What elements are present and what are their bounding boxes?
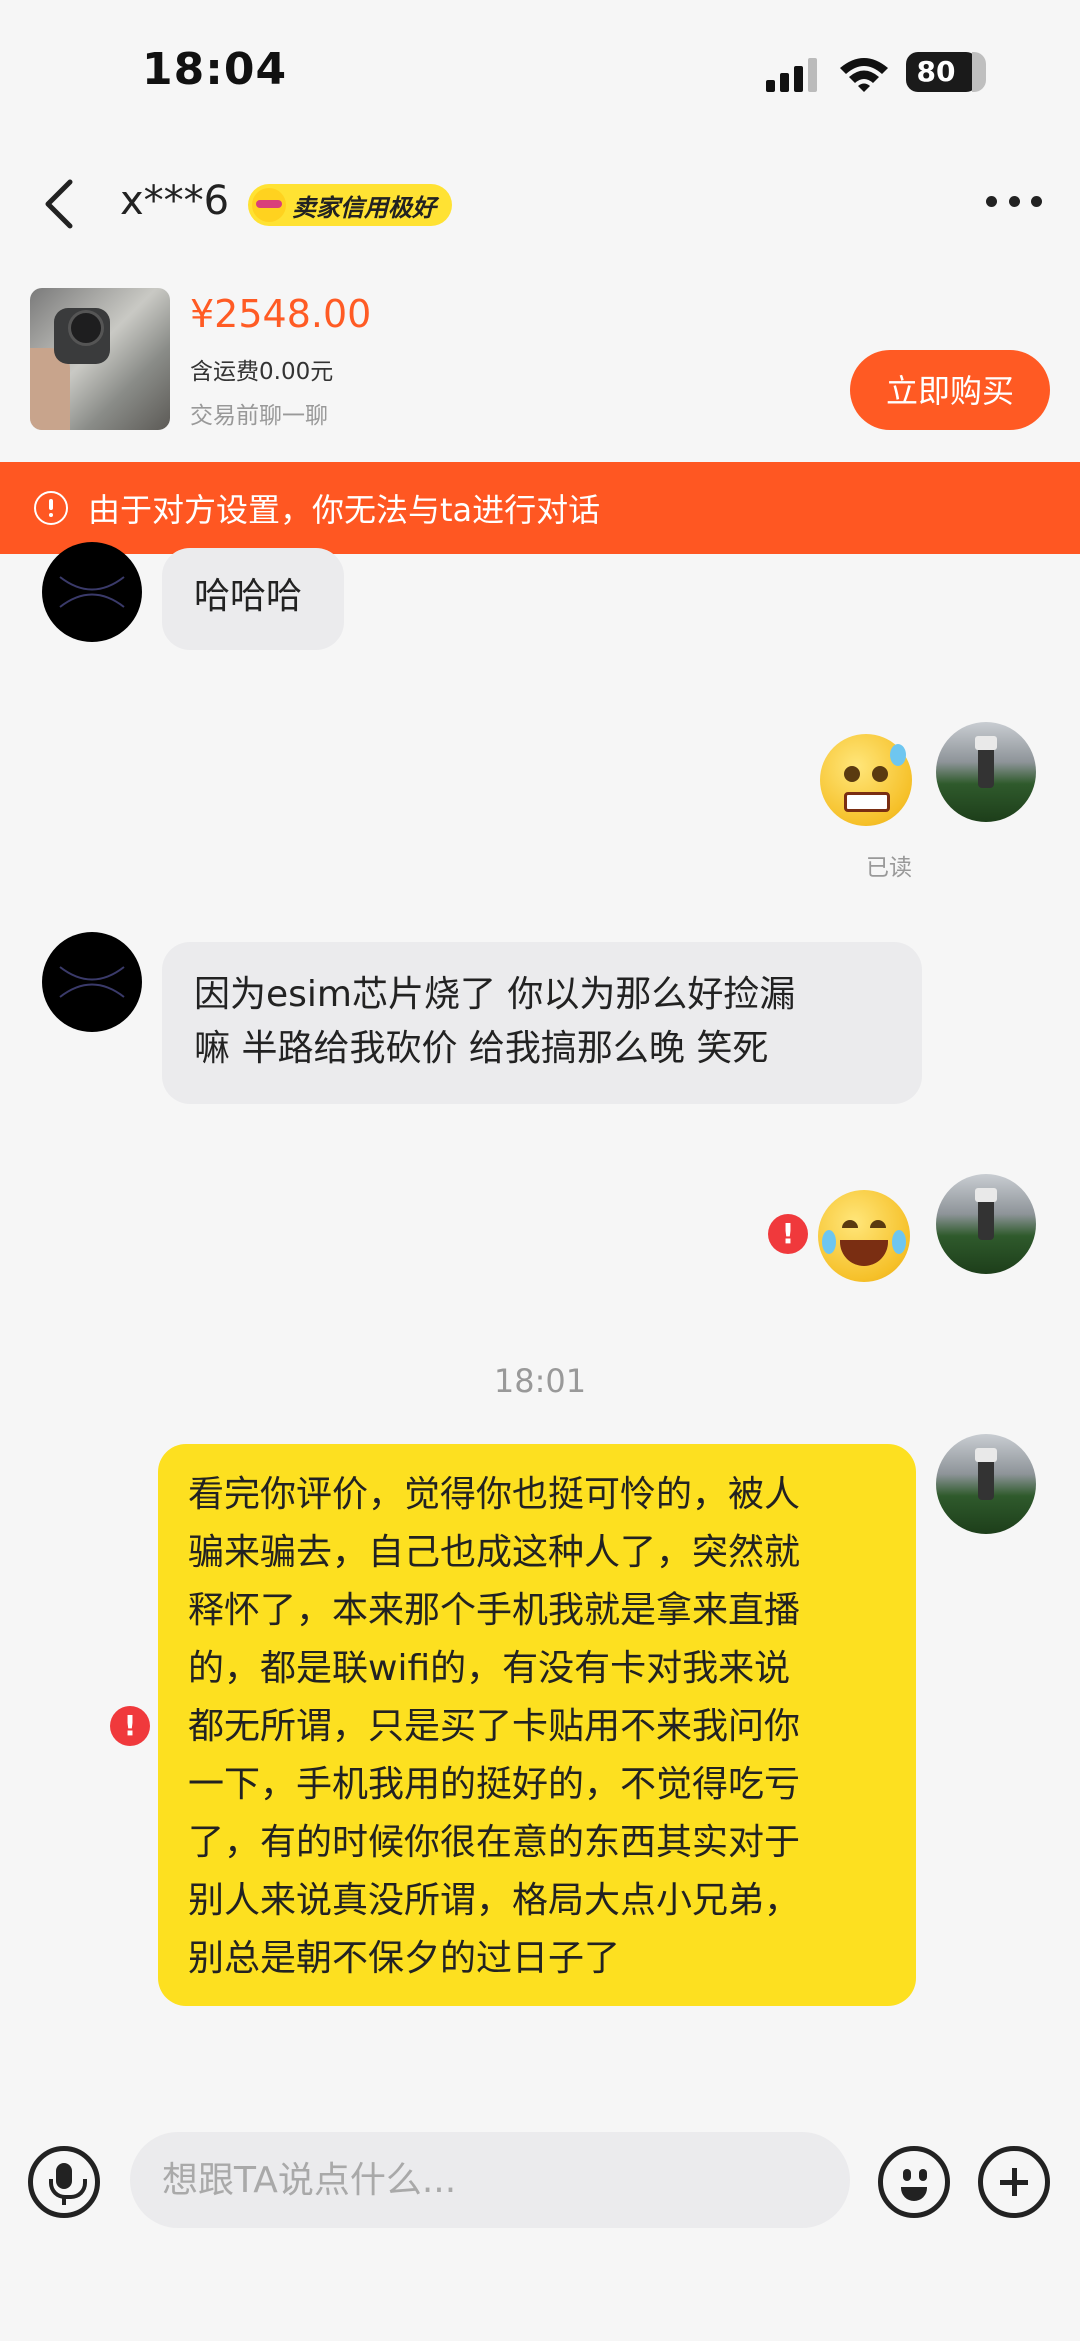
message-line: 看完你评价，觉得你也挺可怜的，被人 (188, 1474, 801, 1515)
message-line: 了，有的时候你很在意的东西其实对于 (188, 1822, 801, 1863)
back-arrow-icon[interactable] (40, 176, 80, 232)
sunglasses-face-icon (252, 188, 286, 222)
message-bubble: 因为esim芯片烧了 你以为那么好捡漏 嘛 半路给我砍价 给我搞那么晚 笑死 (162, 942, 922, 1104)
message-input[interactable] (130, 2132, 850, 2228)
status-time: 18:04 (142, 44, 288, 95)
battery-icon: 80 (906, 52, 986, 92)
message-line: 释怀了，本来那个手机我就是拿来直播 (188, 1590, 801, 1631)
nervous-sweat-emoji (820, 734, 912, 826)
wifi-icon (840, 58, 888, 92)
battery-level: 80 (916, 55, 956, 88)
message-bubble: 哈哈哈 (162, 548, 344, 650)
message-bubble-self: 看完你评价，觉得你也挺可怜的，被人 骗来骗去，自己也成这种人了，突然就 释怀了，… (158, 1444, 916, 2006)
partner-avatar[interactable] (42, 932, 142, 1032)
read-receipt: 已读 (866, 855, 912, 881)
message-line: 别总是朝不保夕的过日子了 (188, 1938, 621, 1979)
chat-hint: 交易前聊一聊 (190, 403, 328, 429)
tears-of-joy-emoji (818, 1190, 910, 1282)
self-avatar[interactable] (936, 1434, 1036, 1534)
message-line: 嘛 半路给我砍价 给我搞那么晚 笑死 (194, 1028, 769, 1069)
blocked-banner: 由于对方设置，你无法与ta进行对话 (0, 462, 1080, 554)
chat-partner-name: x***6 (120, 178, 230, 224)
message-timestamp: 18:01 (493, 1362, 587, 1400)
credit-badge-label: 卖家信用极好 (292, 193, 436, 222)
error-icon[interactable]: ! (768, 1214, 808, 1254)
shipping-info: 含运费0.00元 (190, 359, 334, 385)
emoji-icon[interactable] (878, 2146, 950, 2218)
message-line: 因为esim芯片烧了 你以为那么好捡漏 (194, 974, 796, 1015)
product-price: ¥2548.00 (190, 292, 372, 336)
message-line: 都无所谓，只是买了卡贴用不来我问你 (188, 1706, 801, 1747)
message-line: 的，都是联wifi的，有没有卡对我来说 (188, 1648, 791, 1689)
message-line: 骗来骗去，自己也成这种人了，突然就 (188, 1532, 801, 1573)
signal-icon (766, 58, 817, 92)
self-avatar[interactable] (936, 722, 1036, 822)
partner-avatar[interactable] (42, 542, 142, 642)
product-thumbnail[interactable] (30, 288, 170, 430)
message-line: 别人来说真没所谓，格局大点小兄弟， (188, 1880, 801, 1921)
blocked-banner-text: 由于对方设置，你无法与ta进行对话 (88, 491, 601, 529)
buy-now-button[interactable]: 立即购买 (850, 350, 1050, 430)
self-avatar[interactable] (936, 1174, 1036, 1274)
warning-icon (34, 491, 68, 525)
credit-badge: 卖家信用极好 (248, 184, 452, 226)
plus-icon[interactable] (978, 2146, 1050, 2218)
message-line: 一下，手机我用的挺好的，不觉得吃亏 (188, 1764, 801, 1805)
mic-icon[interactable] (28, 2146, 100, 2218)
more-icon[interactable] (986, 196, 1042, 212)
error-icon[interactable]: ! (110, 1706, 150, 1746)
